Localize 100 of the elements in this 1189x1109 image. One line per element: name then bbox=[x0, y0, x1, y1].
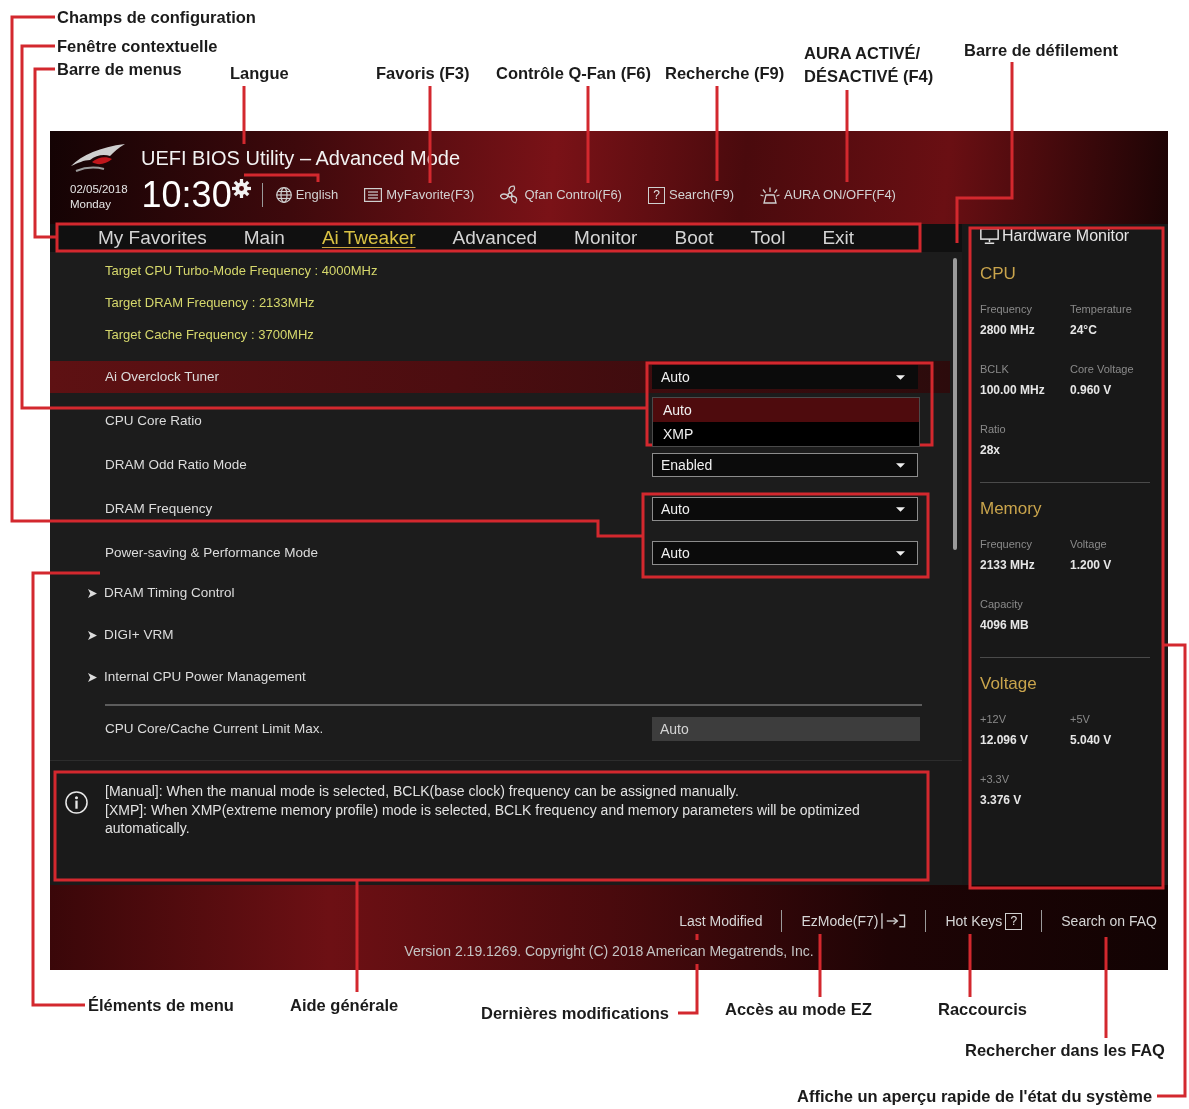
callout-label: Affiche un aperçu rapide de l'état du système bbox=[797, 1086, 1153, 1106]
logo-icon bbox=[70, 143, 126, 173]
menu-tab[interactable]: Advanced bbox=[452, 227, 538, 249]
dropdown[interactable]: Auto bbox=[652, 497, 918, 521]
footer-link[interactable]: Last Modified bbox=[679, 910, 763, 932]
reading-label: BCLK bbox=[980, 362, 1009, 377]
input-field[interactable]: Auto bbox=[652, 717, 920, 741]
reading-value: 3.376 V bbox=[980, 792, 1022, 809]
toolbar-button[interactable]: MyFavorite(F3) bbox=[364, 185, 475, 205]
menu-tab[interactable]: Ai Tweaker bbox=[321, 227, 416, 249]
monitor-icon bbox=[980, 228, 999, 244]
callout-label: Langue bbox=[230, 63, 289, 83]
footer-link[interactable]: Search on FAQ bbox=[1061, 910, 1157, 932]
toolbar-button[interactable]: AURA ON/OFF(F4) bbox=[760, 185, 896, 205]
reading-value: 2800 MHz bbox=[980, 322, 1035, 339]
question-mark-key: ? bbox=[1005, 912, 1023, 930]
reading-label: +3.3V bbox=[980, 772, 1010, 787]
menu-tab[interactable]: My Favorites bbox=[98, 227, 207, 249]
info-text: Target Cache Frequency : 3700MHz bbox=[105, 326, 314, 345]
weekday-label: Monday bbox=[70, 197, 112, 212]
reading-value: 0.960 V bbox=[1070, 382, 1112, 399]
setting-label: DRAM Odd Ratio Mode bbox=[105, 455, 247, 474]
setting-label: DRAM Frequency bbox=[105, 499, 213, 518]
footer-link[interactable]: EzMode(F7) bbox=[801, 910, 907, 932]
menu-tab[interactable]: Monitor bbox=[574, 227, 638, 249]
section-title: Voltage bbox=[980, 673, 1037, 695]
info-text: Target DRAM Frequency : 2133MHz bbox=[105, 294, 315, 313]
setting-label: Ai Overclock Tuner bbox=[105, 367, 220, 386]
menu-tab[interactable]: Boot bbox=[674, 227, 714, 249]
toolbar-button[interactable]: English bbox=[275, 185, 339, 205]
section-title: Memory bbox=[980, 498, 1042, 520]
reading-value: 5.040 V bbox=[1070, 732, 1112, 749]
callout-label: Éléments de menu bbox=[88, 995, 234, 1015]
chevron-icon bbox=[88, 672, 97, 682]
reading-value: 4096 MB bbox=[980, 617, 1029, 634]
dropdown[interactable]: Auto bbox=[652, 365, 918, 389]
callout-label: Recherche (F9) bbox=[665, 63, 785, 83]
submenu-item[interactable]: DRAM Timing Control bbox=[50, 573, 243, 613]
caret-icon bbox=[896, 550, 905, 556]
callout-label: Favoris (F3) bbox=[376, 63, 470, 83]
callout-label: Champs de configuration bbox=[57, 7, 256, 27]
reading-label: Frequency bbox=[980, 302, 1032, 317]
gear-icon bbox=[231, 179, 251, 198]
menu-tab[interactable]: Main bbox=[243, 227, 285, 249]
dropdown-option[interactable]: Auto bbox=[653, 398, 919, 422]
date-label: 02/05/2018 bbox=[70, 182, 128, 197]
reading-label: Temperature bbox=[1070, 302, 1132, 317]
submenu-item[interactable]: DIGI+ VRM bbox=[50, 615, 182, 655]
info-icon bbox=[65, 791, 88, 814]
reading-value: 12.096 V bbox=[980, 732, 1029, 749]
section-title: CPU bbox=[980, 263, 1016, 285]
question-mark-key: ? bbox=[647, 186, 665, 204]
reading-label: +12V bbox=[980, 712, 1006, 727]
menu-tab[interactable]: Exit bbox=[822, 227, 855, 249]
caret-icon bbox=[896, 506, 905, 512]
footer-link[interactable]: Hot Keys ? bbox=[945, 910, 1023, 932]
clock-time: 10:30 bbox=[141, 178, 232, 212]
leader-line bbox=[818, 934, 822, 997]
callout-label: AURA ACTIVÉ/ DÉSACTIVÉ (F4) bbox=[804, 43, 935, 87]
menu-tab[interactable]: Tool bbox=[750, 227, 786, 249]
toolbar-button[interactable]: ? Search(F9) bbox=[647, 185, 734, 205]
callout-label: Dernières modifications bbox=[481, 1003, 669, 1023]
callout-label: Contrôle Q-Fan (F6) bbox=[496, 63, 651, 83]
reading-value: 28x bbox=[980, 442, 1001, 459]
callout-label: Aide générale bbox=[290, 995, 399, 1015]
version-text: Version 2.19.1269. Copyright (C) 2018 American Megatrends, Inc. bbox=[404, 942, 814, 961]
dropdown[interactable]: Auto bbox=[652, 541, 918, 565]
chevron-icon bbox=[88, 630, 97, 640]
scrollbar[interactable] bbox=[953, 258, 957, 550]
callout-label: Fenêtre contextuelle bbox=[57, 36, 218, 56]
callout-label: Accès au mode EZ bbox=[725, 999, 872, 1019]
toolbar-button[interactable]: Qfan Control(F6) bbox=[500, 185, 622, 205]
caret-icon bbox=[896, 374, 905, 380]
reading-label: Core Voltage bbox=[1070, 362, 1134, 377]
list-icon bbox=[364, 188, 383, 202]
callout-label: Rechercher dans les FAQ bbox=[965, 1040, 1165, 1060]
help-text: [XMP]: When XMP(extreme memory profile) mode is selected, BCLK frequency and memory parameters will be optimized automatically. bbox=[105, 800, 861, 838]
dropdown[interactable]: Enabled bbox=[652, 453, 918, 477]
setting-label: CPU Core/Cache Current Limit Max. bbox=[105, 719, 324, 738]
globe-icon bbox=[275, 187, 292, 203]
reading-value: 1.200 V bbox=[1070, 557, 1112, 574]
setting-label: Power-saving & Performance Mode bbox=[105, 543, 319, 562]
panel-title: Hardware Monitor bbox=[1002, 226, 1130, 246]
setting-label: CPU Core Ratio bbox=[105, 411, 202, 430]
reading-label: Voltage bbox=[1070, 537, 1107, 552]
reading-label: Frequency bbox=[980, 537, 1032, 552]
reading-label: Capacity bbox=[980, 597, 1023, 612]
reading-value: 2133 MHz bbox=[980, 557, 1035, 574]
callout-label: Barre de menus bbox=[57, 59, 182, 79]
reading-value: 24°C bbox=[1070, 322, 1097, 339]
leader-line bbox=[968, 934, 972, 997]
chevron-icon bbox=[88, 588, 97, 598]
caret-icon bbox=[896, 462, 905, 468]
reading-label: +5V bbox=[1070, 712, 1090, 727]
callout-label: Raccourcis bbox=[938, 999, 1027, 1019]
reading-value: 100.00 MHz bbox=[980, 382, 1045, 399]
reading-label: Ratio bbox=[980, 422, 1006, 437]
submenu-item[interactable]: Internal CPU Power Management bbox=[50, 657, 314, 697]
help-text: [Manual]: When the manual mode is selected, BCLK(base clock) frequency can be assigned manually. bbox=[105, 782, 740, 801]
info-text: Target CPU Turbo-Mode Frequency : 4000MHz bbox=[105, 262, 378, 281]
